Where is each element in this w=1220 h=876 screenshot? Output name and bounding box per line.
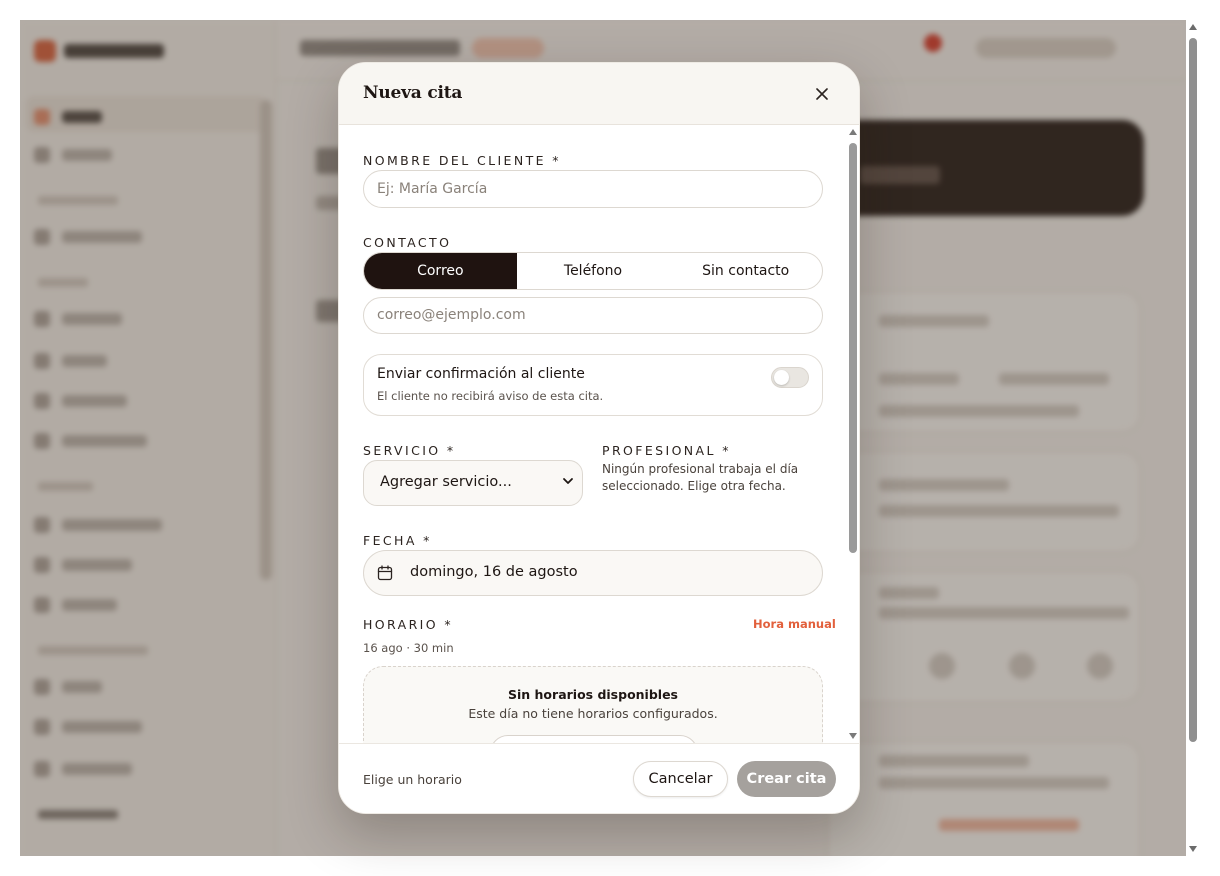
manual-time-link[interactable]: Hora manual [753, 617, 836, 631]
scroll-up-arrow-icon[interactable] [849, 129, 857, 135]
contact-method-selector: Correo Teléfono Sin contacto [363, 252, 823, 290]
page-scrollbar[interactable] [1186, 20, 1200, 856]
date-picker[interactable]: domingo, 16 de agosto [363, 550, 823, 596]
date-value: domingo, 16 de agosto [410, 564, 578, 580]
contact-label: CONTACTO [363, 235, 452, 250]
confirmation-title: Enviar confirmación al cliente [377, 366, 585, 382]
client-name-label: NOMBRE DEL CLIENTE * [363, 153, 561, 168]
professional-note: Ningún profesional trabaja el día selecc… [602, 462, 799, 493]
scroll-down-arrow-icon[interactable] [1189, 846, 1197, 852]
dialog-footer: Elige un horario Cancelar Crear cita [339, 743, 859, 813]
close-icon [816, 88, 828, 100]
scrollbar-thumb[interactable] [1189, 38, 1197, 742]
calendar-icon [377, 565, 393, 581]
service-select[interactable]: Agregar servicio... [363, 460, 583, 506]
dialog-title: Nueva cita [363, 83, 463, 103]
email-input[interactable]: correo@ejemplo.com [363, 297, 823, 334]
schedule-label: HORARIO * [363, 617, 454, 632]
dialog-header: Nueva cita [339, 63, 859, 125]
close-button[interactable] [809, 81, 835, 107]
contact-option-none[interactable]: Sin contacto [669, 253, 822, 289]
cancel-button[interactable]: Cancelar [633, 761, 728, 797]
new-appointment-dialog: Nueva cita NOMBRE DEL CLIENTE * Ej: Marí… [338, 62, 860, 814]
client-name-input[interactable]: Ej: María García [363, 170, 823, 208]
chevron-down-icon [563, 478, 573, 484]
contact-option-email[interactable]: Correo [364, 253, 517, 289]
contact-option-phone[interactable]: Teléfono [517, 253, 670, 289]
scroll-up-arrow-icon[interactable] [1189, 24, 1197, 30]
date-label: FECHA * [363, 533, 432, 548]
no-slots-subtitle: Este día no tiene horarios configurados. [468, 706, 718, 721]
no-slots-title: Sin horarios disponibles [508, 687, 678, 702]
no-slots-panel: Sin horarios disponibles Este día no tie… [363, 666, 823, 743]
footer-hint: Elige un horario [363, 772, 462, 787]
confirmation-subtitle: El cliente no recibirá aviso de esta cit… [377, 389, 604, 403]
confirmation-setting: Enviar confirmación al cliente El client… [363, 354, 823, 416]
dialog-body[interactable]: NOMBRE DEL CLIENTE * Ej: María García CO… [339, 125, 859, 743]
service-select-value: Agregar servicio... [380, 474, 512, 490]
no-slots-action-button[interactable] [490, 735, 698, 743]
service-label: SERVICIO * [363, 443, 456, 458]
confirmation-toggle[interactable] [771, 367, 809, 388]
create-appointment-button[interactable]: Crear cita [737, 761, 836, 797]
professional-label: PROFESIONAL * [602, 443, 731, 458]
dialog-scrollbar[interactable] [847, 125, 859, 743]
dialog-scrollbar-thumb[interactable] [849, 143, 857, 553]
scroll-down-arrow-icon[interactable] [849, 733, 857, 739]
schedule-summary: 16 ago · 30 min [363, 641, 454, 655]
